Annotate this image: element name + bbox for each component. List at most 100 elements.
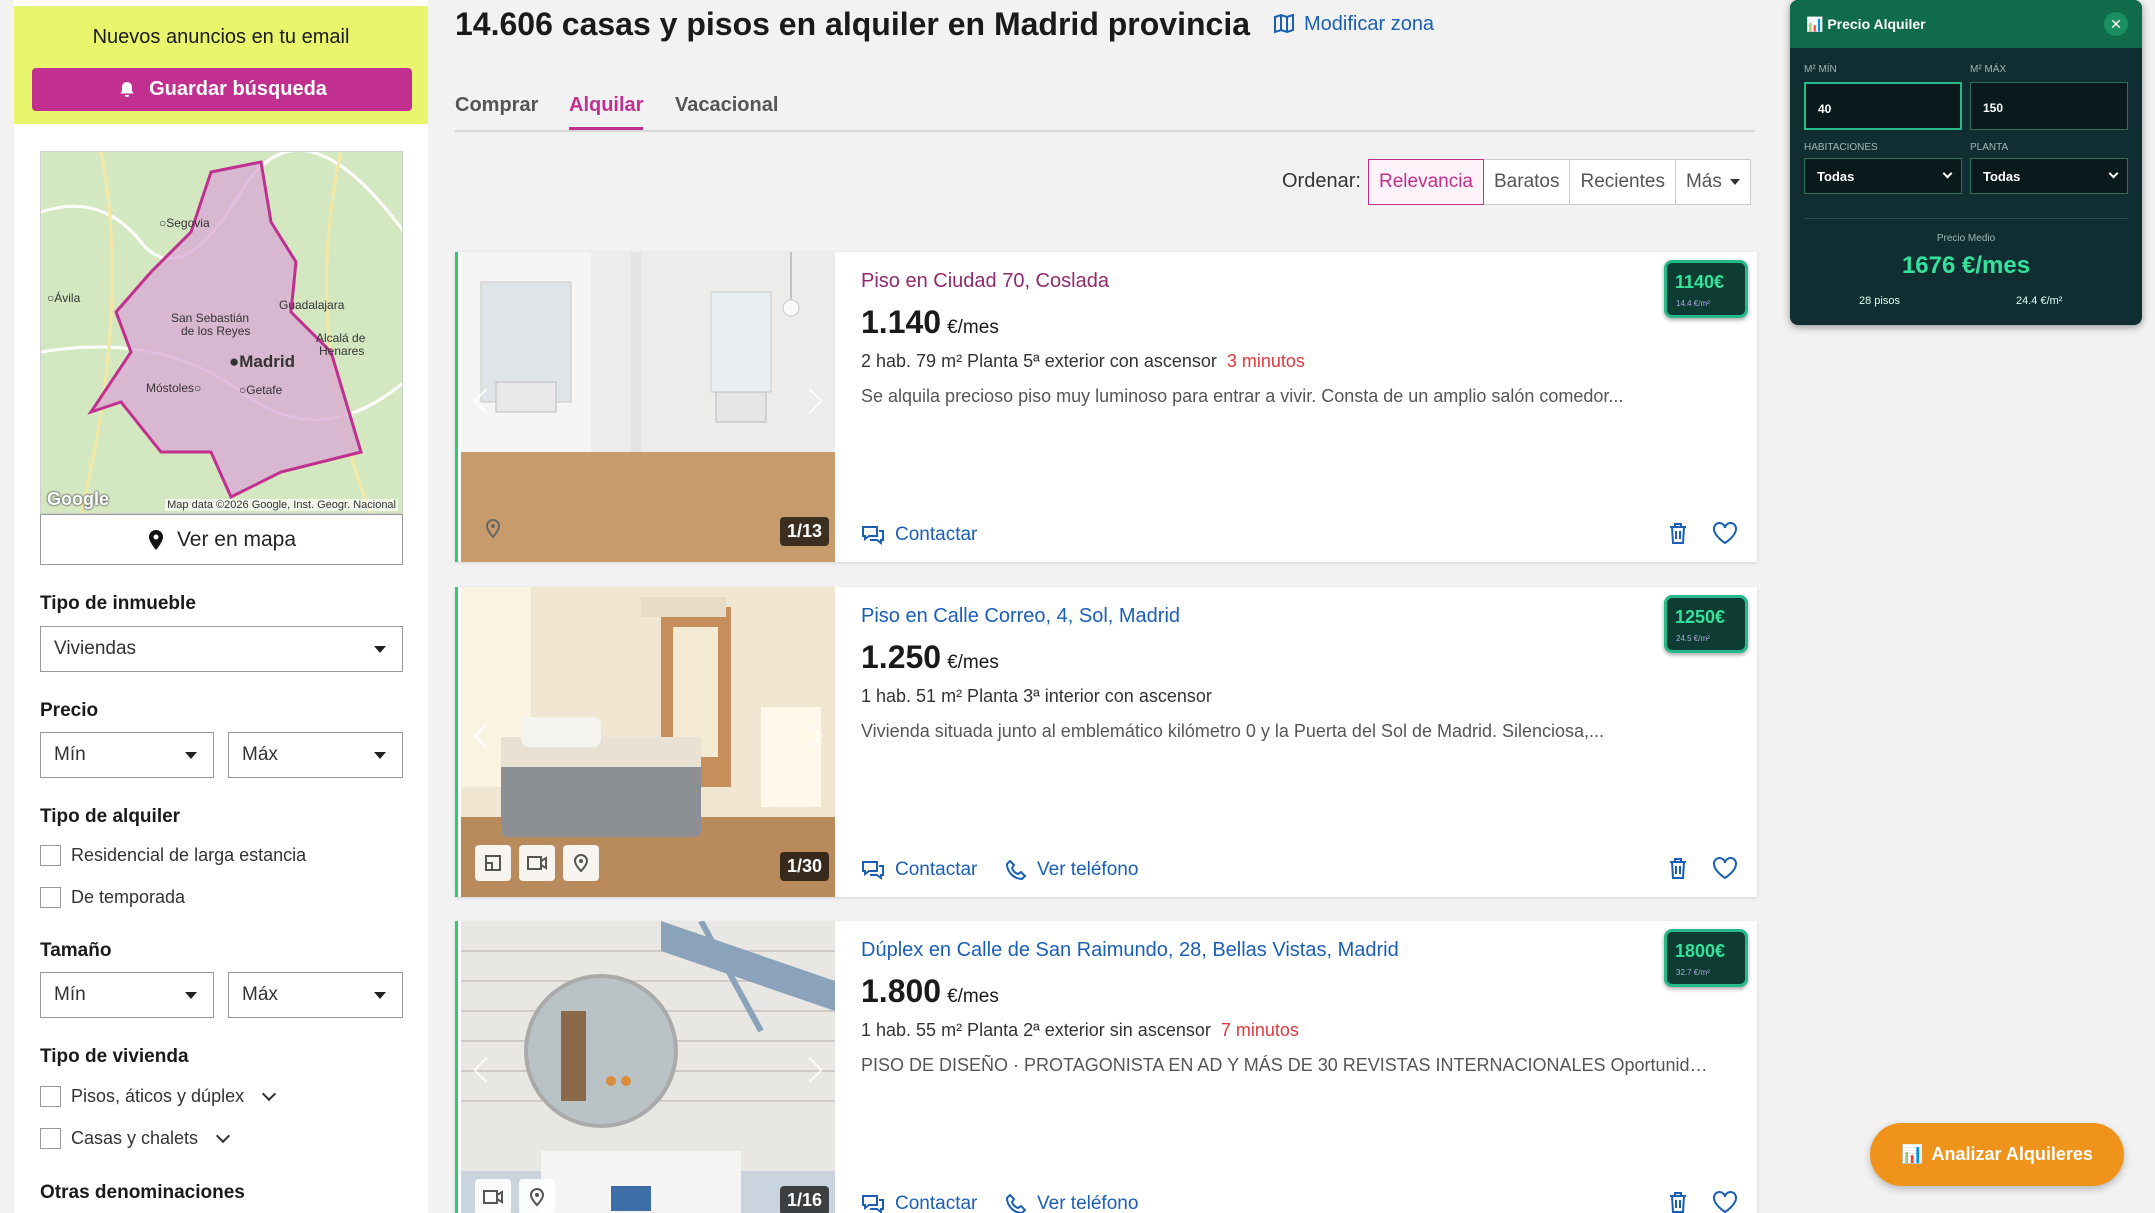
panel-title: 📊 Precio Alquiler xyxy=(1806,16,1926,32)
close-icon[interactable]: ✕ xyxy=(2104,12,2128,36)
m2-min-input[interactable]: 40 xyxy=(1804,82,1962,130)
size-min-value: Mín xyxy=(54,984,86,1005)
chevron-down-icon[interactable] xyxy=(262,1086,277,1101)
size-min-select[interactable]: Mín xyxy=(40,972,214,1018)
listing-card[interactable]: 1/30 Piso en Calle Correo, 4, Sol, Madri… xyxy=(455,587,1757,897)
contact-button[interactable]: Contactar xyxy=(861,1193,977,1213)
m2-min-label: M² MÍN xyxy=(1804,64,1837,75)
listing-title[interactable]: Piso en Ciudad 70, Coslada xyxy=(861,270,1109,293)
checkbox-box[interactable] xyxy=(40,887,61,908)
photo-counter: 1/16 xyxy=(779,1186,829,1213)
listing-time: 3 minutos xyxy=(1226,351,1305,371)
modify-zone-label: Modificar zona xyxy=(1304,12,1435,35)
video-icon[interactable] xyxy=(475,1179,511,1213)
chevron-down-icon[interactable] xyxy=(215,1128,231,1143)
checkbox-box[interactable] xyxy=(40,1086,61,1107)
price-value: 1.800 xyxy=(861,973,942,1009)
rooms-select[interactable]: Todas xyxy=(1804,158,1962,194)
badge-price: 1250€ xyxy=(1675,607,1726,627)
listing-title[interactable]: Dúplex en Calle de San Raimundo, 28, Bel… xyxy=(861,939,1399,962)
chat-icon xyxy=(862,526,884,545)
map-label-ssreyes-2: de los Reyes xyxy=(181,324,250,338)
rental-seasonal-label: De temporada xyxy=(71,887,186,907)
badge-price-per-m2: 24.5 €/m² xyxy=(1676,634,1710,643)
housing-houses-label: Casas y chalets xyxy=(71,1128,199,1148)
map-label-avila: ○Ávila xyxy=(47,290,81,305)
sort-more-button[interactable]: Más xyxy=(1674,159,1751,205)
listing-description: Vivienda situada junto al emblemático ki… xyxy=(861,721,1605,741)
listing-photo[interactable]: 1/13 xyxy=(461,252,835,562)
trash-icon[interactable] xyxy=(1667,521,1689,545)
view-phone-button[interactable]: Ver teléfono xyxy=(1005,859,1138,881)
sort-cheap-button[interactable]: Baratos xyxy=(1483,159,1571,205)
page-title: 14.606 casas y pisos en alquiler en Madr… xyxy=(455,6,1251,42)
rental-long-term-checkbox[interactable]: Residencial de larga estancia xyxy=(40,845,306,866)
checkbox-box[interactable] xyxy=(40,1128,61,1149)
map-pin-icon[interactable] xyxy=(483,518,503,540)
rent-price-panel: 📊 Precio Alquiler ✕ M² MÍN 40 M² MÁX 150… xyxy=(1790,0,2142,325)
sort-relevance-button[interactable]: Relevancia xyxy=(1368,159,1484,205)
map-pin-icon[interactable] xyxy=(519,1179,555,1213)
panel-divider xyxy=(1804,218,2128,219)
view-map-label: Ver en mapa xyxy=(176,527,297,551)
room-photo xyxy=(461,252,835,562)
size-max-value: Máx xyxy=(242,984,278,1005)
trash-icon[interactable] xyxy=(1667,1190,1689,1213)
filters-sidebar: Nuevos anuncios en tu email Guardar búsq… xyxy=(14,0,428,1213)
price-value: 1.250 xyxy=(861,639,942,675)
sort-recent-button[interactable]: Recientes xyxy=(1569,159,1676,205)
m2-max-input[interactable]: 150 xyxy=(1970,82,2128,130)
price-badge: 1140€ 14.4 €/m² xyxy=(1664,260,1748,318)
rental-long-term-label: Residencial de larga estancia xyxy=(71,845,307,865)
listing-details: 2 hab. 79 m² Planta 5ª exterior con asce… xyxy=(861,351,1305,372)
google-logo: Google xyxy=(47,489,109,509)
map-credit: Map data ©2026 Google, Inst. Geogr. Naci… xyxy=(165,499,398,511)
heart-icon[interactable] xyxy=(1712,856,1738,880)
save-search-button[interactable]: Guardar búsqueda xyxy=(32,68,412,111)
price-min-select[interactable]: Mín xyxy=(40,732,214,778)
analyze-rentals-button[interactable]: 📊 Analizar Alquileres xyxy=(1870,1123,2124,1186)
modify-zone-link[interactable]: Modificar zona xyxy=(1272,12,1434,36)
video-icon[interactable] xyxy=(519,845,555,881)
floor-select[interactable]: Todas xyxy=(1970,158,2128,194)
view-phone-button[interactable]: Ver teléfono xyxy=(1005,1193,1138,1213)
view-map-button[interactable]: Ver en mapa xyxy=(40,514,403,565)
contact-button[interactable]: Contactar xyxy=(861,859,977,881)
floorplan-icon[interactable] xyxy=(475,845,511,881)
operation-tabs: Comprar Alquilar Vacacional xyxy=(455,90,1755,132)
listing-description: PISO DE DISEÑO · PROTAGONISTA EN AD Y MÁ… xyxy=(861,1055,1711,1075)
size-max-select[interactable]: Máx xyxy=(228,972,403,1018)
chevron-down-icon xyxy=(1942,168,1953,179)
map-thumbnail[interactable]: ○Segovia ○Ávila Guadalajara San Sebastiá… xyxy=(40,151,403,514)
property-type-select[interactable]: Viviendas xyxy=(40,626,403,672)
details-text: 1 hab. 55 m² Planta 2ª exterior sin asce… xyxy=(861,1020,1211,1040)
rental-type-label: Tipo de alquiler xyxy=(40,806,181,827)
contact-label: Contactar xyxy=(895,524,978,545)
housing-flats-checkbox[interactable]: Pisos, áticos y dúplex xyxy=(40,1086,277,1107)
listing-card[interactable]: 1/16 Dúplex en Calle de San Raimundo, 28… xyxy=(455,921,1757,1213)
rental-seasonal-checkbox[interactable]: De temporada xyxy=(40,887,185,908)
checkbox-box[interactable] xyxy=(40,845,61,866)
listing-title[interactable]: Piso en Calle Correo, 4, Sol, Madrid xyxy=(861,605,1180,628)
price-max-select[interactable]: Máx xyxy=(228,732,403,778)
bell-icon xyxy=(120,81,134,97)
price-unit: €/mes xyxy=(947,317,999,338)
contact-button[interactable]: Contactar xyxy=(861,524,977,546)
average-price-label: Precio Medio xyxy=(1936,233,1996,244)
listing-photo[interactable]: 1/16 xyxy=(461,921,835,1213)
map-pin-icon[interactable] xyxy=(563,845,599,881)
trash-icon[interactable] xyxy=(1667,856,1689,880)
housing-houses-checkbox[interactable]: Casas y chalets xyxy=(40,1128,231,1149)
housing-type-label: Tipo de vivienda xyxy=(40,1046,189,1067)
contact-label: Contactar xyxy=(895,1193,978,1213)
heart-icon[interactable] xyxy=(1712,1190,1738,1213)
tab-alquilar[interactable]: Alquilar xyxy=(569,94,644,130)
tab-comprar[interactable]: Comprar xyxy=(455,94,538,117)
caret-down-icon xyxy=(185,992,197,999)
heart-icon[interactable] xyxy=(1712,521,1738,545)
sort-label: Ordenar: xyxy=(1282,170,1361,192)
tab-vacacional[interactable]: Vacacional xyxy=(675,94,778,117)
listing-card[interactable]: 1/13 Piso en Ciudad 70, Coslada 1.140 €/m… xyxy=(455,252,1757,562)
listing-photo[interactable]: 1/30 xyxy=(461,587,835,897)
view-phone-label: Ver teléfono xyxy=(1037,1193,1139,1213)
